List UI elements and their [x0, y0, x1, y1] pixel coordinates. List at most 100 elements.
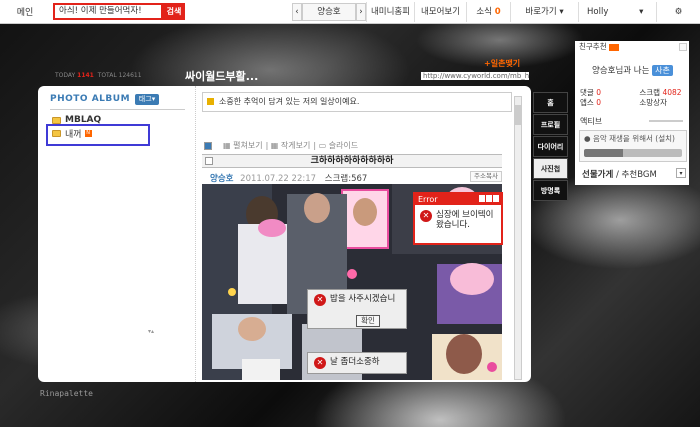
tag-button[interactable]: 태그▾	[135, 94, 159, 105]
post-author[interactable]: 양승호	[210, 174, 233, 184]
visit-counter: TODAY 1141 TOTAL 124611	[55, 72, 142, 79]
post-scrap: 스크랩:567	[324, 174, 368, 184]
today-label: TODAY	[55, 72, 76, 79]
tag-label: 태그	[138, 95, 152, 103]
bgm-notice[interactable]: ● 음악 재생을 위해서 (설치)	[584, 133, 675, 144]
active-slider[interactable]	[649, 120, 683, 122]
view-slide[interactable]: | ▭ 슬라이드	[313, 140, 358, 151]
search-button[interactable]: 검색	[163, 3, 185, 20]
dialog-2: ✕ 밥을 사주시겠습니 확인	[307, 289, 407, 329]
page-title: 싸이월드부활...	[185, 70, 259, 83]
news-link[interactable]: 소식 0	[466, 2, 510, 22]
scrap-count: 4082	[662, 88, 682, 97]
error-x-icon: ✕	[314, 357, 326, 369]
chevron-down-icon: ▾	[639, 7, 644, 17]
recommend-bgm-link[interactable]: / 추천BGM	[616, 170, 657, 180]
dialog-3-text: 날 좀더소중하	[330, 357, 380, 367]
chevron-down-icon[interactable]: ▾	[676, 168, 686, 178]
total-label: TOTAL	[97, 72, 117, 79]
error-text: 심장에 브이텍이 왔습니다.	[436, 210, 494, 230]
selection-highlight	[46, 124, 150, 146]
collapse-arrows-icon[interactable]: ▾▴	[148, 328, 154, 335]
today-value: 1141	[77, 72, 94, 79]
post-title-text: 크하하하하하하하하하	[310, 156, 394, 166]
album-title: PHOTO ALBUM	[50, 94, 131, 104]
tab-guestbook[interactable]: 방명록	[533, 180, 568, 201]
view-small[interactable]: | ▦ 작게보기	[266, 140, 311, 151]
window-controls	[479, 195, 499, 202]
comments-count: 0	[596, 88, 601, 97]
tab-profile[interactable]: 프로필	[533, 114, 568, 135]
next-arrow-icon[interactable]: ›	[356, 3, 366, 21]
view-small-label: 작게보기	[280, 141, 311, 150]
view-expand-label: 펼쳐보기	[233, 141, 263, 150]
close-icon[interactable]	[493, 195, 499, 202]
minimize-icon[interactable]	[479, 195, 485, 202]
stats-row-2: 앱스 0 소망상자	[580, 98, 686, 108]
wish-box-label[interactable]: 소망상자	[639, 98, 667, 107]
scrap-label: 스크랩	[639, 88, 661, 97]
next-icon[interactable]	[679, 43, 687, 51]
tab-diary[interactable]: 다이어리	[533, 136, 568, 157]
comments-label: 댓글	[580, 88, 594, 97]
total-value: 124611	[118, 72, 142, 79]
ok-button[interactable]: 확인	[356, 315, 380, 327]
news-label: 소식	[476, 7, 492, 17]
dialog-3: ✕ 날 좀더소중하	[307, 352, 407, 374]
friend-recommend[interactable]: 친구추천	[579, 41, 619, 52]
tab-home[interactable]: 홈	[533, 92, 568, 113]
apps-count: 0	[596, 98, 601, 107]
active-label: 액티브	[580, 117, 603, 126]
add-ilchon-link[interactable]: +일촌맺기	[484, 58, 520, 69]
view-slide-label: 슬라이드	[328, 141, 359, 150]
right-column: 친구추천 양승호님과 나는 사촌 댓글 0 스크랩 4082 앱스 0 소망상자…	[575, 41, 689, 185]
view-expand[interactable]: ▦ 펼쳐보기	[223, 140, 263, 151]
stats-box: 댓글 0 스크랩 4082 앱스 0 소망상자	[580, 88, 686, 108]
dialog-2-text: 밥을 사주시겠습니	[330, 294, 396, 304]
news-count: 0	[494, 7, 501, 17]
home-link[interactable]: 메인	[0, 5, 50, 18]
new-badge-icon	[608, 43, 619, 51]
my-minihompy-link[interactable]: 내미니홈피	[366, 2, 414, 22]
error-body: ✕ 심장에 브이텍이 왔습니다.	[420, 210, 500, 230]
bgm-controls[interactable]	[584, 149, 682, 157]
divider	[50, 109, 185, 110]
error-title: Error	[418, 195, 438, 204]
gift-shop-link[interactable]: 선물가게	[582, 170, 613, 180]
copy-address-button[interactable]: 주소복사	[470, 171, 502, 182]
account-menu[interactable]: Holly ▾	[578, 2, 656, 22]
footer-credit: Rinapalette	[40, 389, 93, 398]
relation-line: 양승호님과 나는 사촌	[592, 64, 673, 76]
shortcut-menu[interactable]: 바로가기 ▾	[510, 2, 578, 22]
error-x-icon: ✕	[420, 210, 432, 222]
gift-shop-line: 선물가게 / 추천BGM	[582, 168, 657, 180]
relation-badge: 사촌	[652, 65, 673, 76]
shortcut-label: 바로가기	[525, 7, 557, 17]
friend-rec-label: 친구추천	[579, 42, 607, 51]
speaker-icon	[207, 98, 214, 105]
post-date: 2011.07.22 22:17	[240, 174, 317, 184]
folder-icon	[52, 116, 61, 124]
tab-photos[interactable]: 사진첩	[533, 158, 568, 179]
account-name: Holly	[587, 7, 609, 17]
prev-arrow-icon[interactable]: ‹	[292, 3, 302, 21]
post-checkbox[interactable]	[205, 157, 213, 165]
scroll-thumb[interactable]	[515, 105, 521, 125]
apps-label: 앱스	[580, 98, 594, 107]
dialog-3-body: ✕ 날 좀더소중하	[314, 357, 380, 369]
search-input[interactable]: 아싀! 이제 만들어먹자!	[53, 3, 163, 20]
post-title: 크하하하하하하하하하	[202, 154, 502, 168]
user-name-button[interactable]: 양승호	[302, 3, 356, 21]
dialog-2-body: ✕ 밥을 사주시겠습니	[314, 294, 395, 306]
maximize-icon[interactable]	[486, 195, 492, 202]
view-options: ▦ 펼쳐보기 | ▦ 작게보기 | ▭ 슬라이드	[204, 140, 358, 151]
my-more-link[interactable]: 내모어보기	[414, 2, 466, 22]
bgm-player: ● 음악 재생을 위해서 (설치)	[579, 130, 687, 162]
notice-bar: 소중한 추억이 담겨 있는 저의 일상이예요.	[202, 92, 512, 112]
vertical-scrollbar[interactable]	[514, 96, 522, 380]
select-all-checkbox[interactable]	[204, 141, 212, 150]
home-url[interactable]: http://www.cyworld.com/mb_ho	[421, 72, 529, 80]
album-sidebar: PHOTO ALBUM 태그▾ MBLAQ 내꺼 N ▾▴	[38, 86, 195, 382]
settings-gear-icon[interactable]: ⚙	[656, 2, 700, 22]
pane-divider	[195, 86, 196, 382]
